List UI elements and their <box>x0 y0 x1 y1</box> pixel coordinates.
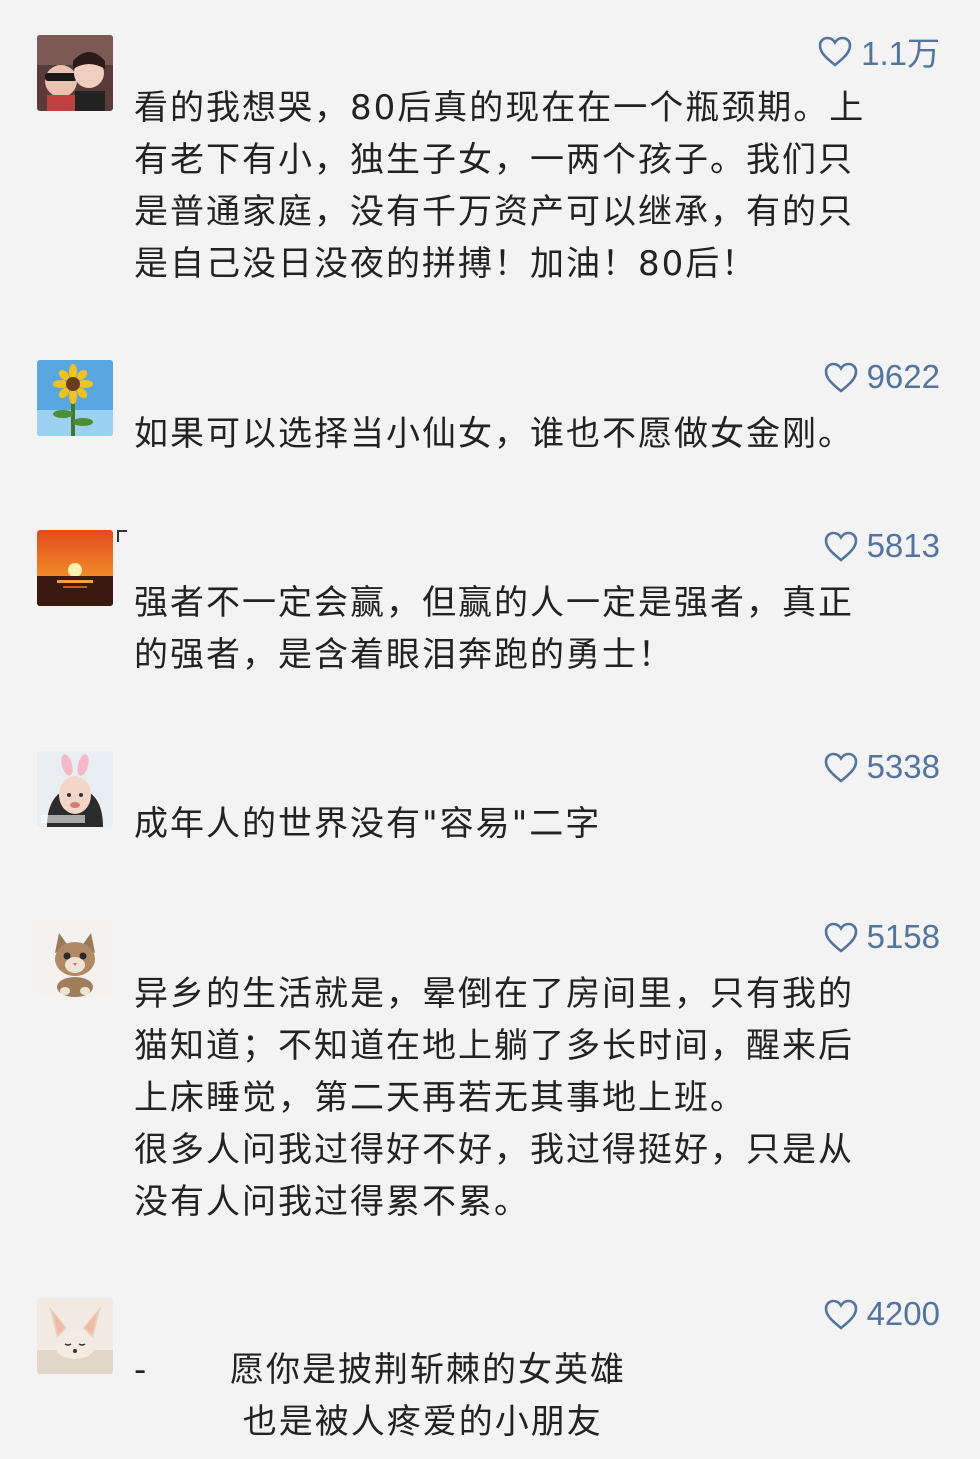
avatar[interactable] <box>37 360 113 436</box>
comment-text: 成年人的世界没有"容易"二字 <box>134 804 602 844</box>
comment-text: 强者不一定会赢，但赢的人一定是强者，真正 的强者，是含着眼泪奔跑的勇士！ <box>134 583 854 675</box>
like-count[interactable]: 9622 <box>823 357 940 397</box>
avatar[interactable] <box>37 1298 113 1374</box>
couple-photo-icon <box>37 35 113 111</box>
heart-outline-icon <box>824 922 857 953</box>
like-count[interactable]: 1.1万 <box>817 31 940 72</box>
corner-marker <box>117 530 127 542</box>
sunflower-photo-icon <box>37 360 113 436</box>
like-count[interactable]: 5158 <box>823 917 940 957</box>
comment-line: 愿你是披荆斩棘的女英雄 <box>230 1350 626 1390</box>
girl-bunny-ears-photo-icon <box>37 751 113 827</box>
like-count[interactable]: 4200 <box>823 1294 940 1334</box>
like-count-value: 5158 <box>866 918 940 955</box>
avatar[interactable] <box>37 751 113 827</box>
kitten-photo-icon <box>37 921 113 997</box>
like-count[interactable]: 5813 <box>823 526 940 566</box>
like-count-value: 5338 <box>866 748 940 785</box>
heart-outline-icon <box>824 362 857 393</box>
avatar[interactable] <box>37 35 113 111</box>
sunset-photo-icon <box>37 530 113 606</box>
heart-outline-icon <box>824 752 857 783</box>
heart-outline-icon <box>818 36 852 67</box>
like-count-value: 5813 <box>866 527 940 564</box>
like-count-value: 9622 <box>866 358 940 395</box>
dash-prefix: - <box>134 1350 147 1390</box>
avatar[interactable] <box>37 921 113 997</box>
like-count[interactable]: 5338 <box>823 747 940 787</box>
comment-line: 也是被人疼爱的小朋友 <box>230 1402 603 1442</box>
comment-text: 看的我想哭，80后真的现在在一个瓶颈期。上 有老下有小，独生子女，一两个孩子。我… <box>134 88 866 284</box>
fox-photo-icon <box>37 1298 113 1374</box>
like-count-value: 4200 <box>866 1295 940 1332</box>
heart-outline-icon <box>824 1299 857 1330</box>
comment-text: 如果可以选择当小仙女，谁也不愿做女金刚。 <box>134 414 854 454</box>
comment-text: 异乡的生活就是，晕倒在了房间里，只有我的 猫知道；不知道在地上躺了多长时间，醒来… <box>134 974 854 1222</box>
avatar[interactable] <box>37 530 113 606</box>
like-count-value: 1.1万 <box>861 35 940 72</box>
heart-outline-icon <box>824 531 857 562</box>
comment-text: 愿你是披荆斩棘的女英雄 也是被人疼爱的小朋友 <box>230 1344 950 1448</box>
